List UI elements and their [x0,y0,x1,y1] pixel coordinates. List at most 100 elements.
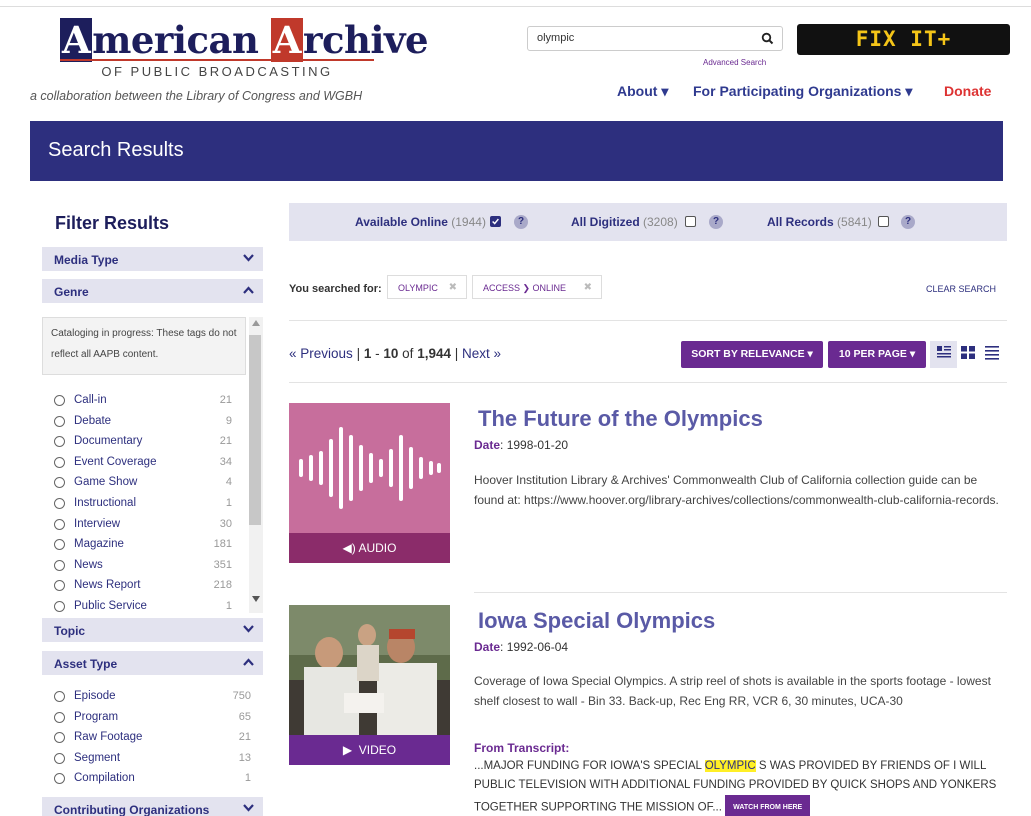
genre-notice: Cataloging in progress: These tags do no… [42,317,246,375]
filter-label: All Digitized [571,215,640,229]
transcript-label: From Transcript: [474,741,570,755]
nav-participating-organizations[interactable]: For Participating Organizations ▾ [693,83,912,100]
genre-label: News Report [74,579,141,592]
radio-button[interactable] [54,436,65,448]
media-type-label: AUDIO [358,541,397,555]
help-icon[interactable]: ? [709,215,723,229]
genre-label: Event Coverage [74,455,157,468]
radio-button[interactable] [54,497,65,509]
genre-item[interactable]: News Report 218 [54,578,232,599]
result-thumbnail-audio[interactable]: ◀) AUDIO [289,403,450,563]
query-chip-olympic[interactable]: OLYMPIC ✖ [387,275,467,299]
asset-type-item[interactable]: Episode 750 [54,689,251,710]
all-digitized-filter[interactable]: All Digitized (3208) [571,215,678,229]
result-title-link[interactable]: Iowa Special Olympics [478,608,715,634]
radio-button[interactable] [54,559,65,571]
chevron-down-icon [243,625,254,633]
logo-word-american: merican [92,18,259,62]
remove-chip-icon[interactable]: ✖ [584,282,592,293]
list-view-icon[interactable] [936,344,952,360]
site-logo[interactable]: American Archive [60,18,429,62]
clear-search-link[interactable]: CLEAR SEARCH [926,284,996,294]
facet-topic[interactable]: Topic [42,618,263,642]
filter-count: (5841) [837,215,872,229]
result-thumbnail-video[interactable]: ▶ VIDEO [289,605,450,765]
genre-list: Call-in 21 Debate 9 Documentary 21 Event Co… [54,393,232,613]
pagination: « Previous | 1 - 10 of 1,944 | Next » [289,346,501,361]
page-banner: Search Results [30,121,1003,181]
genre-item[interactable]: Call-in 21 [54,393,232,414]
radio-button[interactable] [54,752,65,764]
watch-from-here-button[interactable]: WATCH FROM HERE [725,795,811,816]
radio-button[interactable] [54,518,65,530]
asset-label: Segment [74,751,121,764]
check-icon [492,218,499,225]
facet-contributing-organizations[interactable]: Contributing Organizations [42,797,263,816]
help-icon[interactable]: ? [901,215,915,229]
genre-scrollbar-thumb[interactable] [249,335,261,525]
radio-button[interactable] [54,415,65,427]
search-term-highlight: OLYMPIC [704,760,756,772]
compact-list-view-icon[interactable] [984,344,1000,360]
radio-button[interactable] [54,732,65,744]
genre-label: Call-in [74,394,107,406]
search-icon[interactable] [760,31,776,47]
radio-button[interactable] [54,395,65,406]
radio-button[interactable] [54,773,65,785]
help-icon[interactable]: ? [514,215,528,229]
scroll-down-arrow-icon[interactable] [252,595,260,603]
genre-item[interactable]: Magazine 181 [54,537,232,558]
available-online-checkbox[interactable] [490,216,501,227]
radio-button[interactable] [54,580,65,592]
filter-count: (3208) [643,215,678,229]
remove-chip-icon[interactable]: ✖ [449,282,457,293]
video-still-image [289,605,450,735]
nav-about[interactable]: About ▾ [617,83,668,100]
divider [474,592,1007,593]
scroll-up-arrow-icon[interactable] [252,319,260,327]
radio-button[interactable] [54,600,65,612]
sort-by-relevance-dropdown[interactable]: SORT BY RELEVANCE ▾ [681,341,823,368]
previous-link[interactable]: « Previous [289,346,353,361]
transcript-label-text: From Transcript [474,741,566,755]
genre-count: 30 [219,517,232,530]
available-online-filter[interactable]: Available Online (1944) [355,215,486,229]
fixit-button[interactable]: FIX IT+ [797,24,1010,55]
asset-type-item[interactable]: Compilation 1 [54,771,251,792]
grid-view-icon[interactable] [960,344,976,360]
genre-item[interactable]: Instructional 1 [54,496,232,517]
asset-count: 1 [244,772,251,785]
search-input[interactable] [537,32,747,44]
facet-genre[interactable]: Genre [42,279,263,303]
site-tagline: a collaboration between the Library of C… [30,89,363,103]
all-records-checkbox[interactable] [878,216,889,227]
radio-button[interactable] [54,539,65,551]
facet-media-type[interactable]: Media Type [42,247,263,271]
facet-asset-type[interactable]: Asset Type [42,651,263,675]
next-link[interactable]: Next » [462,346,501,361]
asset-type-item[interactable]: Raw Footage 21 [54,730,251,751]
radio-button[interactable] [54,477,65,489]
genre-item[interactable]: Interview 30 [54,517,232,538]
per-page-dropdown[interactable]: 10 PER PAGE ▾ [828,341,926,368]
genre-item[interactable]: Debate 9 [54,414,232,435]
radio-button[interactable] [54,711,65,723]
searched-for-label: You searched for: [289,283,382,295]
genre-label: News [74,558,103,571]
nav-donate[interactable]: Donate [944,83,991,99]
radio-button[interactable] [54,456,65,468]
genre-item[interactable]: Game Show 4 [54,475,232,496]
radio-button[interactable] [54,691,65,702]
genre-item[interactable]: News 351 [54,558,232,579]
genre-item[interactable]: Public Service 1 [54,599,232,613]
result-title-link[interactable]: The Future of the Olympics [478,406,763,432]
genre-item[interactable]: Event Coverage 34 [54,455,232,476]
range-of: of [402,346,414,361]
all-records-filter[interactable]: All Records (5841) [767,215,872,229]
genre-item[interactable]: Documentary 21 [54,434,232,455]
advanced-search-link[interactable]: Advanced Search [703,58,766,67]
query-chip-access-online[interactable]: ACCESS ❯ ONLINE ✖ [472,275,602,299]
all-digitized-checkbox[interactable] [685,216,696,227]
asset-type-item[interactable]: Program 65 [54,710,251,731]
asset-type-item[interactable]: Segment 13 [54,751,251,772]
